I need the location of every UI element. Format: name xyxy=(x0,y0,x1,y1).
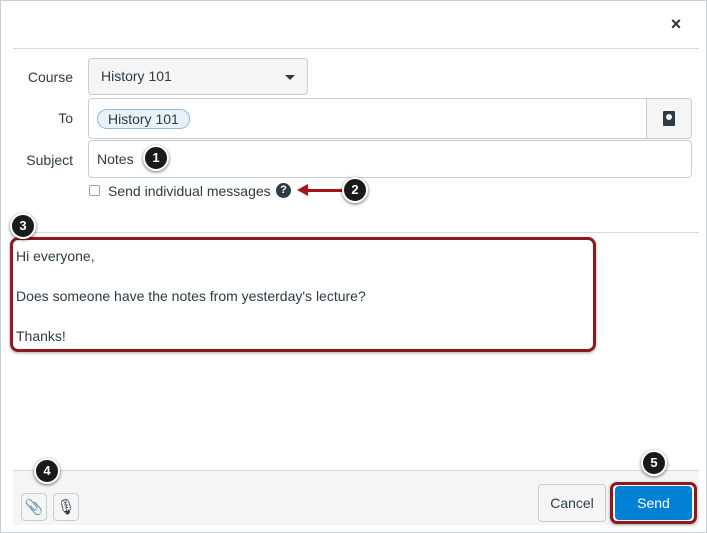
callout-marker-1: 1 xyxy=(143,145,169,171)
message-line: Does someone have the notes from yesterd… xyxy=(16,288,366,304)
caret-down-icon xyxy=(285,75,295,80)
recipient-token[interactable]: History 101 xyxy=(97,109,190,129)
arrow-line xyxy=(306,189,344,192)
compose-message-dialog: × Course History 101 To History 101 Subj… xyxy=(0,0,707,533)
message-body-textarea[interactable]: Hi everyone, Does someone have the notes… xyxy=(10,237,596,352)
course-select[interactable]: History 101 xyxy=(88,58,308,95)
dialog-header: × xyxy=(13,1,699,49)
message-line xyxy=(16,306,593,326)
divider xyxy=(13,232,699,233)
dialog-footer: 📎 🎙 Cancel Send xyxy=(13,470,699,525)
message-line: Hi everyone, xyxy=(16,248,95,264)
subject-label: Subject xyxy=(26,152,73,168)
subject-input[interactable]: Notes xyxy=(88,140,692,178)
paperclip-icon: 📎 xyxy=(24,499,44,516)
to-field[interactable]: History 101 xyxy=(88,98,692,139)
callout-marker-4: 4 xyxy=(34,458,60,484)
address-book-button[interactable] xyxy=(646,99,691,138)
message-line: Thanks! xyxy=(16,328,66,344)
record-media-button[interactable]: 🎙 xyxy=(53,493,79,521)
course-select-value: History 101 xyxy=(101,68,172,84)
attach-file-button[interactable]: 📎 xyxy=(21,493,47,521)
send-individual-label[interactable]: Send individual messages xyxy=(108,183,271,199)
callout-marker-3: 3 xyxy=(10,213,36,239)
course-label: Course xyxy=(27,69,73,85)
record-media-icon: 🎙 xyxy=(56,499,76,516)
address-book-icon xyxy=(663,111,675,126)
send-button[interactable]: Send xyxy=(615,486,692,520)
close-icon[interactable]: × xyxy=(663,11,689,37)
callout-marker-2: 2 xyxy=(342,177,368,203)
callout-marker-5: 5 xyxy=(641,450,667,476)
message-line xyxy=(16,266,593,286)
cancel-button[interactable]: Cancel xyxy=(538,484,606,522)
to-label: To xyxy=(58,110,73,126)
help-icon[interactable]: ? xyxy=(276,183,291,198)
send-individual-checkbox[interactable] xyxy=(89,185,100,196)
